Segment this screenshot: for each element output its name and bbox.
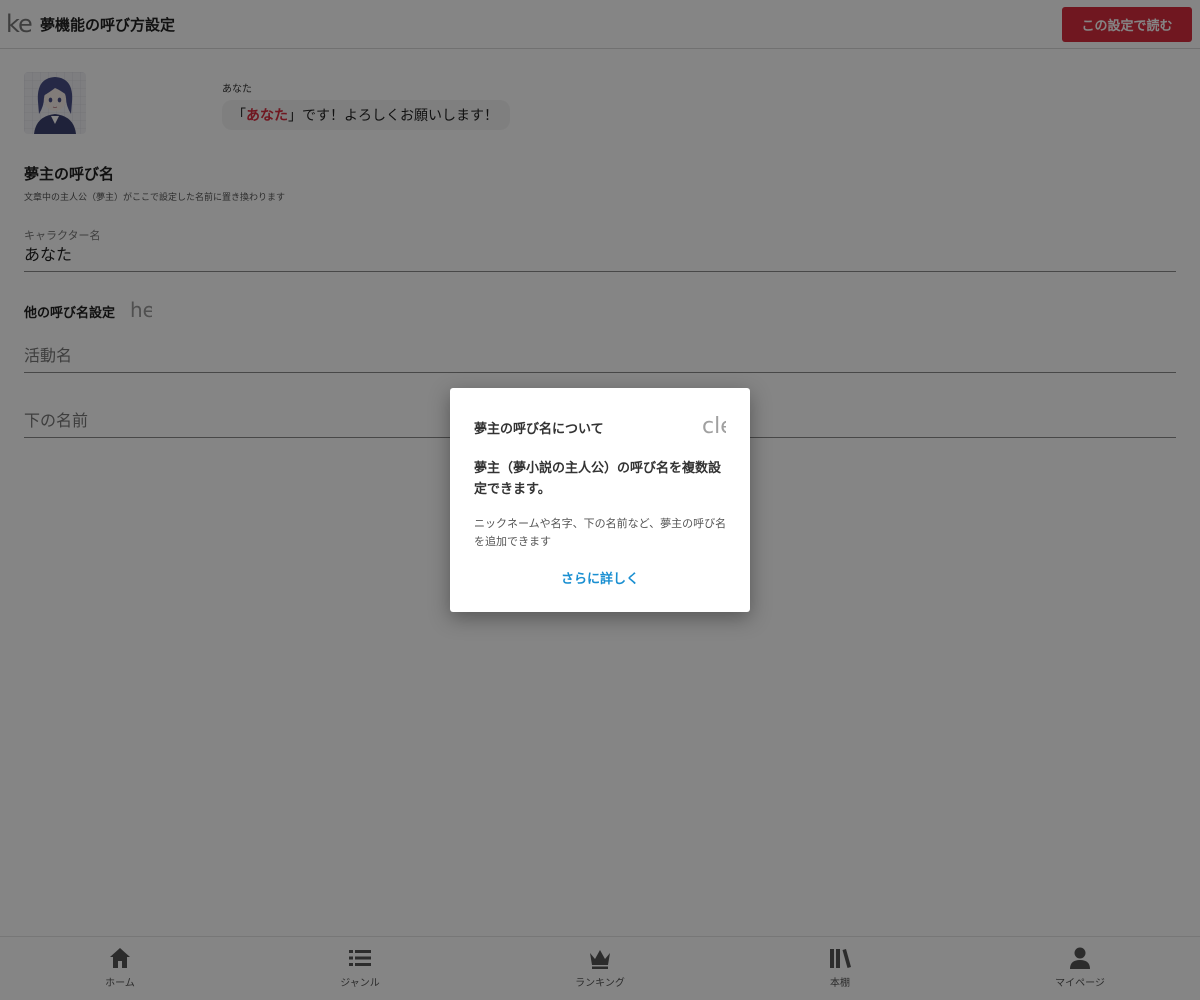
- close-icon[interactable]: cle: [702, 414, 726, 439]
- info-dialog: 夢主の呼び名について cle 夢主（夢小説の主人公）の呼び名を複数設定できます。…: [450, 388, 750, 612]
- dialog-body: ニックネームや名字、下の名前など、夢主の呼び名を追加できます: [474, 517, 727, 548]
- learn-more-link[interactable]: さらに詳しく: [450, 568, 750, 587]
- dialog-title: 夢主の呼び名について: [474, 422, 604, 437]
- dialog-heading: 夢主（夢小説の主人公）の呼び名を複数設定できます。: [474, 461, 722, 497]
